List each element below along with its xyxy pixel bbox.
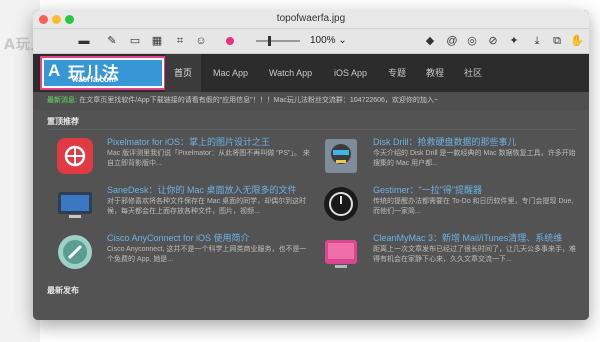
- copy-icon[interactable]: ⧉: [550, 33, 564, 49]
- notice-bar: 最新消息: 在文章页里找软件/App下载链接的请看有假的"应用信息"！！！Mac…: [33, 92, 589, 110]
- article-card[interactable]: Pixelmator for iOS：掌上的图片设计之王 Mac 版评测里我们说…: [55, 134, 310, 178]
- nav-community[interactable]: 社区: [464, 54, 482, 92]
- notice-text: 在文章页里找软件/App下载链接的请看有假的"应用信息"！！！Mac玩儿法粉丝交…: [79, 97, 439, 104]
- gestimer-icon: [324, 187, 358, 221]
- nav-home[interactable]: 首页: [165, 54, 201, 92]
- at-icon[interactable]: @: [445, 33, 459, 49]
- color-picker-icon[interactable]: [226, 37, 234, 45]
- twitter-icon[interactable]: ✦: [507, 33, 521, 49]
- toolbar: ▬ ✎ ▭ ▦ ⌗ ☺ 100% ⌄ ◆ @ ◎ ⊘ ✦ ⤓ ⧉ ✋: [33, 29, 589, 54]
- article-card[interactable]: CleanMyMac 3：新增 Mail/iTunes清理、系统维 距离上一次文…: [321, 230, 576, 274]
- article-excerpt: 传统的提醒办法都需要在 To-Do 和日历软件里，专门会提现 Due, 而他们一…: [373, 198, 574, 215]
- article-excerpt: 距离上一次文章发布已经过了很长时间了，让几天公多事来手，难得有机会在家静下心来，…: [373, 246, 576, 263]
- article-title[interactable]: SaneDesk：让你的 Mac 桌面放入无限多的文件: [107, 183, 317, 196]
- download-icon[interactable]: ⤓: [530, 33, 544, 49]
- attachment-icon[interactable]: ⊘: [486, 33, 500, 49]
- emoji-icon[interactable]: ☺: [194, 33, 208, 49]
- zoom-dropdown[interactable]: 100% ⌄: [310, 33, 347, 49]
- article-card[interactable]: SaneDesk：让你的 Mac 桌面放入无限多的文件 对于邪修喜欢将各种文件保…: [55, 182, 310, 226]
- site-navbar: A 玩儿法 waerfa.com 首页 Mac App Watch App iO…: [33, 54, 589, 92]
- window-title: topofwaerfa.jpg: [276, 13, 346, 24]
- title-bar: topofwaerfa.jpg: [33, 10, 589, 29]
- nav-mac-app[interactable]: Mac App: [213, 54, 248, 92]
- preview-window: topofwaerfa.jpg ▬ ✎ ▭ ▦ ⌗ ☺ 100% ⌄ ◆ @ ◎…: [33, 10, 589, 320]
- article-card[interactable]: Gestimer："一拉"得"提醒器 传统的提醒办法都需要在 To-Do 和日历…: [321, 182, 576, 226]
- mosaic-icon[interactable]: ▦: [150, 33, 164, 49]
- article-title[interactable]: CleanMyMac 3：新增 Mail/iTunes清理、系统维: [373, 231, 583, 244]
- notice-label: 最新消息:: [47, 97, 78, 104]
- pen-icon[interactable]: ✎: [105, 33, 119, 49]
- highlighted-site-logo[interactable]: A 玩儿法 waerfa.com: [40, 56, 166, 90]
- disk-drill-icon: [325, 139, 357, 173]
- pixelmator-icon: [57, 138, 93, 174]
- latest-section-title: 最新发布: [47, 286, 79, 295]
- cleanmymac-icon: [325, 240, 357, 268]
- size-slider-knob[interactable]: [268, 36, 271, 46]
- rectangle-icon[interactable]: ▭: [128, 33, 142, 49]
- article-title[interactable]: Gestimer："一拉"得"提醒器: [373, 183, 583, 196]
- featured-section-title: 置顶推荐: [47, 117, 79, 126]
- logo-domain: waerfa.com: [72, 75, 117, 84]
- article-title[interactable]: Cisco AnyConnect for iOS 使用简介: [107, 231, 317, 244]
- article-title[interactable]: Pixelmator for iOS：掌上的图片设计之王: [107, 135, 317, 148]
- toggle-button-icon[interactable]: ▬: [77, 33, 91, 49]
- article-card[interactable]: Disk Drill：抢救硬盘数据的那些事儿 今天介绍的 Disk Drill …: [321, 134, 576, 178]
- crop-icon[interactable]: ⌗: [173, 33, 187, 49]
- article-excerpt: Cisco Anyconnect, 这并不是一个科学上网类商业服务，也不是一个免…: [107, 246, 307, 263]
- nav-ios-app[interactable]: iOS App: [334, 54, 367, 92]
- article-excerpt: 对于邪修喜欢将各种文件保存在 Mac 桌面的同学，却偶尔到这时候，每天都会在上面…: [107, 198, 307, 215]
- size-slider[interactable]: [256, 40, 300, 42]
- article-excerpt: 今天介绍的 Disk Drill 是一款经典的 Mac 数据恢复工具，许多开始搜…: [373, 150, 576, 167]
- dropbox-icon[interactable]: ◆: [423, 33, 437, 49]
- sanedesk-icon: [58, 192, 92, 218]
- article-title[interactable]: Disk Drill：抢救硬盘数据的那些事儿: [373, 135, 583, 148]
- article-excerpt: Mac 版评测里我们说「Pixelmator：从此将图不再叫做 "PS"」。 来…: [107, 150, 310, 167]
- hand-icon[interactable]: ✋: [570, 33, 584, 49]
- share-icon[interactable]: ◎: [465, 33, 479, 49]
- image-canvas: A 玩儿法 waerfa.com 首页 Mac App Watch App iO…: [33, 54, 589, 320]
- nav-watch-app[interactable]: Watch App: [269, 54, 312, 92]
- article-card[interactable]: Cisco AnyConnect for iOS 使用简介 Cisco Anyc…: [55, 230, 310, 274]
- section-divider: [47, 129, 575, 130]
- cisco-anyconnect-icon: [58, 235, 92, 269]
- nav-tutorials[interactable]: 教程: [426, 54, 444, 92]
- nav-topics[interactable]: 专题: [388, 54, 406, 92]
- logo-a-icon: A: [48, 61, 61, 80]
